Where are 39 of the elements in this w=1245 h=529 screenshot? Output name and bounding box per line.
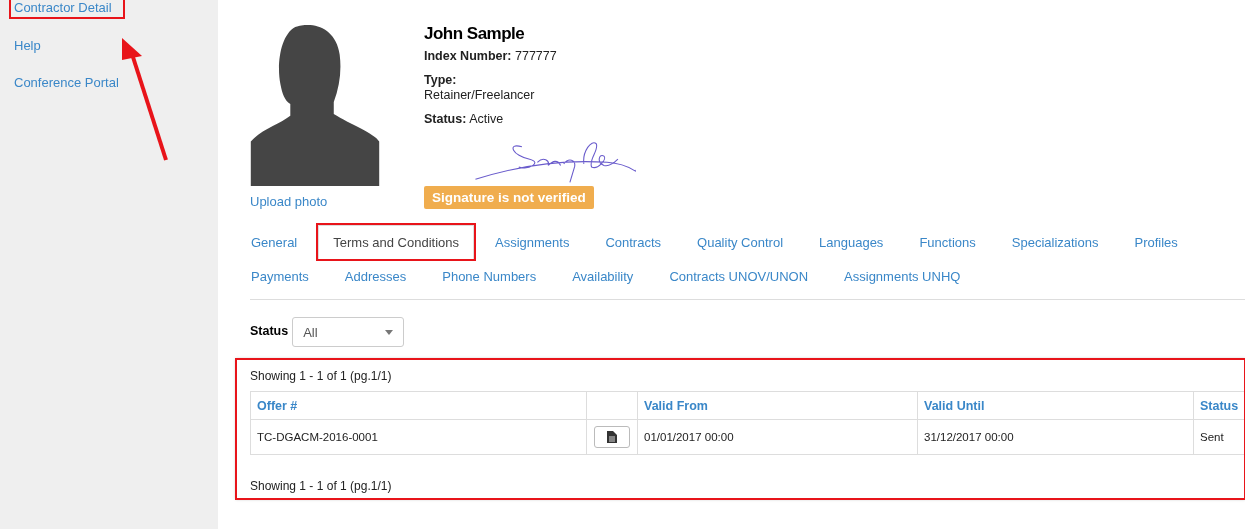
tab[interactable]: Languages: [818, 225, 885, 259]
tab[interactable]: Functions: [918, 225, 977, 259]
tab[interactable]: General: [250, 225, 299, 259]
column-header: Valid Until: [917, 391, 1194, 420]
tab[interactable]: Assignments: [494, 225, 571, 259]
sidebar-link[interactable]: Conference Portal: [12, 74, 121, 91]
tab[interactable]: Payments: [250, 259, 310, 293]
profile-field: Status: Active: [424, 112, 674, 127]
document-icon: [607, 431, 617, 443]
table-cell: 31/12/2017 00:00: [917, 419, 1194, 455]
table-cell: TC-DGACM-2016-0001: [250, 419, 587, 455]
tab[interactable]: Specializations: [1010, 225, 1100, 259]
tab[interactable]: Availability: [571, 259, 635, 293]
tab[interactable]: Profiles: [1133, 225, 1179, 259]
filter-label: Status: [250, 324, 289, 338]
tab[interactable]: Terms and Conditions: [318, 225, 474, 259]
contractor-name: John Sample: [424, 24, 526, 44]
tab[interactable]: Phone Numbers: [441, 259, 538, 293]
table-cell: 01/01/2017 00:00: [637, 419, 918, 455]
status-dropdown[interactable]: All: [292, 317, 405, 347]
column-header: Status: [1193, 391, 1245, 420]
sidebar-link[interactable]: Help: [12, 37, 43, 54]
signature-status-badge: Signature is not verified: [424, 186, 594, 209]
tab[interactable]: Addresses: [343, 259, 408, 293]
sidebar-link[interactable]: Contractor Detail: [12, 0, 122, 16]
document-button[interactable]: [594, 426, 630, 448]
pagination-summary: Showing 1 - 1 of 1 (pg.1/1): [250, 479, 393, 493]
column-header: Offer #: [250, 391, 587, 420]
column-header: Valid From: [637, 391, 918, 420]
tab[interactable]: Contracts UNOV/UNON: [668, 259, 810, 293]
profile-field: Type: Retainer/Freelancer: [424, 73, 674, 103]
pagination-summary: Showing 1 - 1 of 1 (pg.1/1): [250, 369, 393, 383]
profile-field: Index Number: 777777: [424, 49, 674, 64]
caret-icon: [385, 329, 394, 335]
tab[interactable]: Assignments UNHQ: [843, 259, 962, 293]
person-silhouette-icon: [250, 25, 380, 186]
upload-photo-link[interactable]: Upload photo: [250, 194, 328, 209]
tab[interactable]: Contracts: [604, 225, 663, 259]
tab[interactable]: Quality Control: [696, 225, 785, 259]
